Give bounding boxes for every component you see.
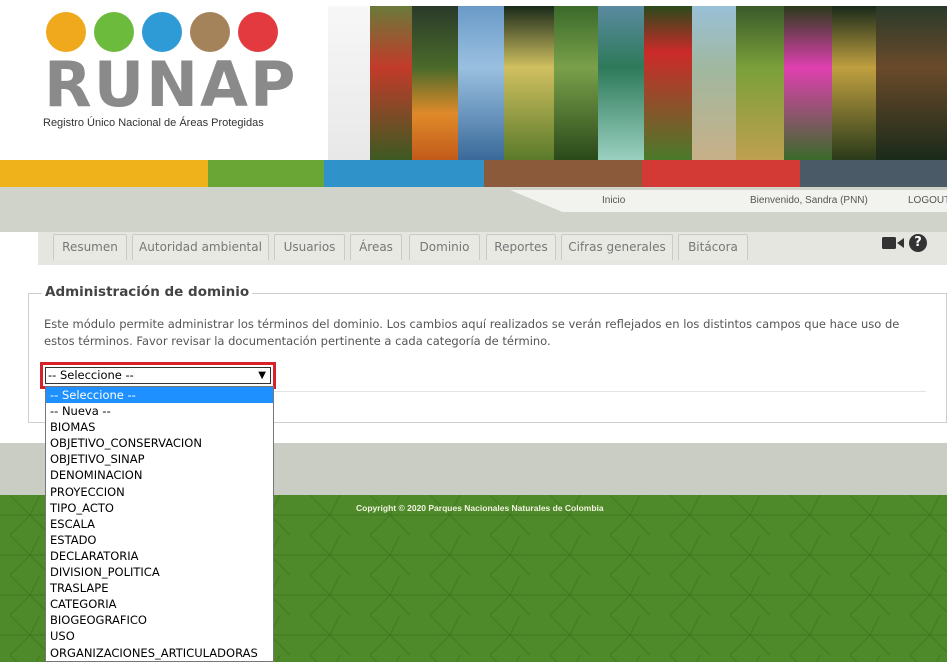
tab-resumen[interactable]: Resumen [53, 234, 127, 260]
header: RUNAP Registro Único Nacional de Áreas P… [0, 0, 947, 160]
module-description: Este módulo permite administrar los térm… [44, 317, 900, 348]
select-option[interactable]: DECLARATORIA [46, 548, 273, 564]
select-option[interactable]: OBJETIVO_SINAP [46, 451, 273, 467]
select-option[interactable]: ESCALA [46, 516, 273, 532]
tab-dominio[interactable]: Dominio [409, 234, 480, 260]
select-value: -- Seleccione -- [48, 368, 134, 382]
color-bar-blue [324, 160, 484, 187]
color-bar-yellow [0, 160, 208, 187]
tab-cifras-generales[interactable]: Cifras generales [561, 234, 673, 260]
leaf-icon [94, 12, 134, 52]
tab-bar: Resumen Autoridad ambiental Usuarios Áre… [0, 232, 947, 265]
copyright-text: Copyright © 2020 Parques Nacionales Natu… [356, 503, 604, 513]
domain-category-select[interactable]: -- Seleccione -- ▼ [45, 367, 271, 384]
color-bar-slate [800, 160, 947, 187]
select-options-list[interactable]: -- Seleccione -- -- Nueva -- BIOMAS OBJETIV… [45, 386, 274, 662]
select-option[interactable]: -- Nueva -- [46, 403, 273, 419]
select-option[interactable]: TRASLAPE [46, 580, 273, 596]
color-bar [0, 160, 947, 187]
chevron-down-icon: ▼ [258, 370, 266, 381]
nature-banner-image [328, 6, 947, 160]
select-option[interactable]: DENOMINACION [46, 467, 273, 483]
select-option[interactable]: DIVISION_POLITICA [46, 564, 273, 580]
select-option[interactable]: OBJETIVO_CONSERVACION [46, 435, 273, 451]
mountain-icon [142, 12, 182, 52]
select-option[interactable]: TIPO_ACTO [46, 500, 273, 516]
plant-icon [190, 12, 230, 52]
tab-reportes[interactable]: Reportes [486, 234, 556, 260]
select-option[interactable]: BIOMAS [46, 419, 273, 435]
select-option[interactable]: CATEGORIA [46, 596, 273, 612]
select-option[interactable]: PROYECCION [46, 484, 273, 500]
page-title: Administración de dominio [42, 284, 253, 300]
select-option[interactable]: -- Seleccione -- [46, 387, 273, 404]
help-icon[interactable]: ? [909, 234, 927, 252]
color-bar-green [208, 160, 324, 187]
home-link[interactable]: Inicio [602, 195, 625, 206]
tab-bitacora[interactable]: Bitácora [678, 234, 748, 260]
welcome-text: Bienvenido, Sandra (PNN) [750, 195, 868, 206]
video-camera-icon[interactable] [882, 236, 904, 250]
color-bar-brown [484, 160, 642, 187]
logout-link[interactable]: LOGOUT [908, 195, 947, 206]
select-option[interactable]: ESTADO [46, 532, 273, 548]
select-option[interactable]: USO [46, 628, 273, 644]
user-bar: Inicio Bienvenido, Sandra (PNN) LOGOUT [510, 190, 947, 212]
tab-autoridad-ambiental[interactable]: Autoridad ambiental [132, 234, 269, 260]
logo-subtitle: Registro Único Nacional de Áreas Protegi… [43, 117, 264, 129]
tab-areas[interactable]: Áreas [350, 234, 402, 260]
select-option[interactable]: BIOGEOGRAFICO [46, 612, 273, 628]
tab-usuarios[interactable]: Usuarios [274, 234, 345, 260]
animal-icon [238, 12, 278, 52]
select-option[interactable]: ORGANIZACIONES_ARTICULADORAS [46, 645, 273, 661]
color-bar-red [642, 160, 800, 187]
palm-icon [46, 12, 86, 52]
logo-wordmark: RUNAP [44, 48, 298, 121]
runap-logo[interactable]: RUNAP Registro Único Nacional de Áreas P… [38, 12, 295, 142]
